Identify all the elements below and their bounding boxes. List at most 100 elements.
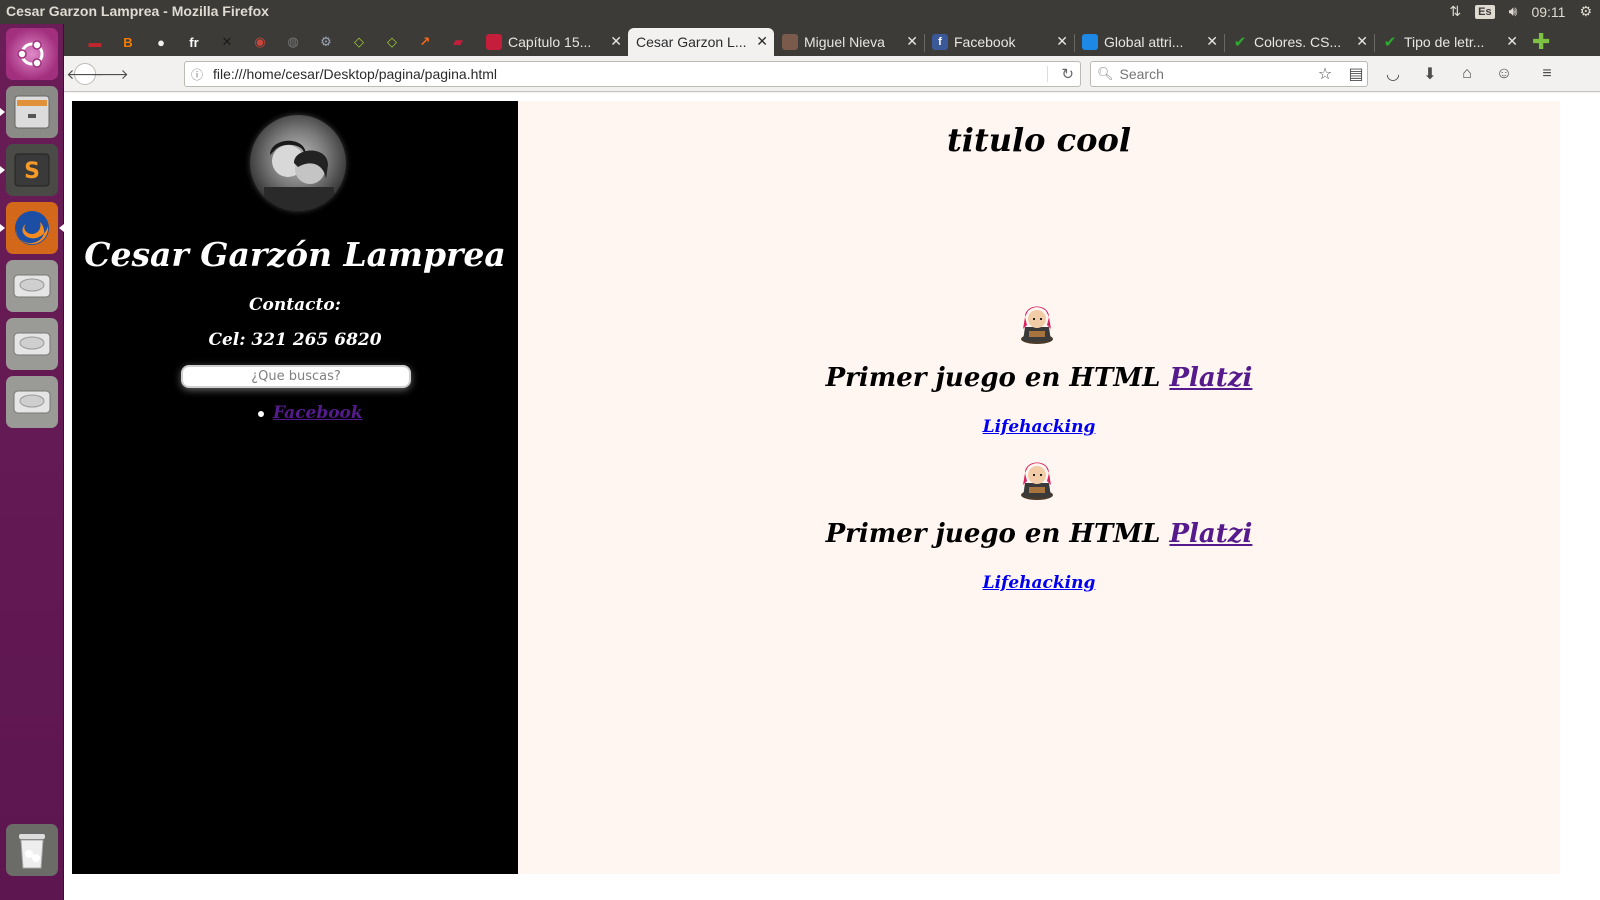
forward-arrow-icon: 🡒 — [91, 65, 129, 82]
chat-icon[interactable]: ☺ — [1493, 64, 1515, 84]
bookmark-star-icon[interactable]: ☆ — [1314, 64, 1336, 84]
page-bottom-margin — [64, 874, 1600, 900]
game-character-sprite — [1021, 462, 1053, 500]
file-cabinet-icon — [14, 95, 50, 129]
url-divider — [1047, 66, 1048, 82]
pinned-tab[interactable]: ⚙ — [311, 28, 341, 56]
tab-facebook[interactable]: f Facebook ✕ — [928, 28, 1074, 56]
ubuntu-dash-button[interactable] — [6, 28, 58, 80]
url-text[interactable]: file:///home/cesar/Desktop/pagina/pagina… — [209, 66, 497, 82]
page-viewport: Cesar Garzón Lamprea Contacto: Cel: 321 … — [64, 93, 1600, 900]
tab-strip: ▬ B ● fr ✕ ◉ ◍ ⚙ ◇ ◇ ↗ ▰ Capítulo 15... ✕ Cesar Gar… — [64, 24, 1600, 56]
sublime-text-launcher[interactable]: S — [0, 144, 58, 196]
game-character-sprite — [1021, 306, 1053, 344]
tab-label: Capítulo 15... — [508, 34, 592, 50]
list-item: Facebook — [258, 403, 363, 423]
info-icon[interactable]: ⓘ — [185, 66, 209, 83]
drive-launcher-2[interactable] — [6, 318, 58, 370]
pinned-tab[interactable]: ▬ — [80, 28, 110, 56]
trash-icon — [19, 834, 45, 869]
tab-capitulo[interactable]: Capítulo 15... ✕ — [482, 28, 628, 56]
reload-icon[interactable]: ↻ — [1061, 65, 1074, 83]
indicator-area: ⇅ Es 🔊︎ 09:11 ⚙ — [1449, 3, 1592, 20]
url-bar[interactable]: ⓘ file:///home/cesar/Desktop/pagina/pagi… — [184, 61, 1081, 87]
bookmarks-list-icon[interactable]: ▤ — [1345, 64, 1367, 84]
tab-separator — [1374, 34, 1375, 52]
tab-miguel-nieva[interactable]: Miguel Nieva ✕ — [778, 28, 924, 56]
avatar — [250, 115, 346, 211]
tab-current-page[interactable]: Cesar Garzon L... ✕ — [628, 28, 774, 56]
tab-global-attributes[interactable]: Global attri... ✕ — [1078, 28, 1224, 56]
pinned-tab[interactable]: ✕ — [212, 28, 242, 56]
files-launcher[interactable] — [0, 86, 58, 138]
new-tab-button[interactable]: ✚ — [1526, 28, 1554, 56]
close-tab-icon[interactable]: ✕ — [1506, 33, 1518, 50]
tab-tipo-de-letra[interactable]: ✔ Tipo de letr... ✕ — [1378, 28, 1524, 56]
avatar-icon — [782, 34, 798, 50]
platzi-link[interactable]: Platzi — [1169, 363, 1252, 393]
checkmark-icon: ✔ — [1233, 34, 1247, 51]
flag-icon: ▬ — [88, 34, 102, 50]
navigation-toolbar: 🡐 🡒 ⓘ file:///home/cesar/Desktop/pagina/… — [64, 56, 1600, 92]
keyboard-layout-indicator[interactable]: Es — [1475, 4, 1495, 19]
blogger-icon: B — [123, 34, 133, 50]
pinned-tab[interactable]: ▰ — [443, 28, 473, 56]
game-heading-text: Primer juego en HTML — [825, 519, 1161, 549]
tab-separator — [924, 34, 925, 52]
diamond-icon: ◇ — [354, 34, 364, 49]
lifehacking-row: Lifehacking — [518, 417, 1560, 437]
globe-icon: ◍ — [287, 34, 299, 49]
download-icon[interactable]: ⬇ — [1419, 64, 1441, 84]
lifehacking-link[interactable]: Lifehacking — [983, 573, 1096, 593]
launcher: S — [0, 24, 64, 900]
network-icon[interactable]: ⇅ — [1449, 3, 1461, 20]
chart-icon: ↗ — [419, 34, 431, 49]
site-search-input[interactable] — [181, 365, 411, 388]
home-icon[interactable]: ⌂ — [1456, 64, 1478, 84]
platzi-link[interactable]: Platzi — [1169, 519, 1252, 549]
pinned-tab[interactable]: B — [113, 28, 143, 56]
close-tab-icon[interactable]: ✕ — [1056, 33, 1068, 50]
drive-launcher-1[interactable] — [6, 260, 58, 312]
firefox-launcher[interactable] — [0, 202, 64, 254]
search-icon: 🔍︎ — [1097, 66, 1114, 81]
book-icon — [486, 34, 502, 50]
hard-drive-icon — [13, 274, 51, 298]
close-tab-icon[interactable]: ✕ — [1206, 33, 1218, 50]
close-tab-icon[interactable]: ✕ — [1356, 33, 1368, 50]
pinned-tab[interactable]: fr — [179, 28, 209, 56]
game-heading: Primer juego en HTML Platzi — [518, 363, 1560, 393]
pinned-tab[interactable]: ◉ — [245, 28, 275, 56]
trash-launcher[interactable] — [6, 824, 58, 876]
mdn-icon — [1082, 34, 1098, 50]
pinned-tab[interactable]: ◇ — [377, 28, 407, 56]
close-tab-icon[interactable]: ✕ — [756, 33, 768, 50]
forward-button[interactable]: 🡒 — [91, 64, 129, 84]
diamond-icon: ◇ — [387, 34, 397, 49]
pinned-tab[interactable]: ↗ — [410, 28, 440, 56]
pinned-tab[interactable]: ◍ — [278, 28, 308, 56]
volume-icon[interactable]: 🔊︎ — [1509, 3, 1518, 20]
tab-label: Tipo de letr... — [1404, 34, 1485, 50]
pinned-tab[interactable]: ● — [146, 28, 176, 56]
checkmark-icon: ✔ — [1383, 34, 1397, 51]
facebook-link[interactable]: Facebook — [273, 403, 363, 423]
profile-photo — [264, 140, 334, 211]
facebook-icon: f — [932, 34, 948, 50]
close-tab-icon[interactable]: ✕ — [906, 33, 918, 50]
pinned-tab[interactable]: ◇ — [344, 28, 374, 56]
lifehacking-row: Lifehacking — [518, 573, 1560, 593]
brain-icon: ◉ — [254, 34, 266, 49]
drive-launcher-3[interactable] — [6, 376, 58, 428]
tab-label: Global attri... — [1104, 34, 1184, 50]
x-icon: ✕ — [221, 34, 233, 49]
running-indicator — [0, 224, 5, 232]
menu-hamburger-icon[interactable]: ≡ — [1536, 64, 1558, 84]
tab-colores-css[interactable]: ✔ Colores. CS... ✕ — [1228, 28, 1374, 56]
settings-gear-icon[interactable]: ⚙ — [1579, 3, 1592, 20]
ubuntu-logo-icon — [17, 40, 44, 68]
lifehacking-link[interactable]: Lifehacking — [983, 417, 1096, 437]
clock[interactable]: 09:11 — [1531, 4, 1565, 20]
pocket-icon[interactable]: ◡ — [1382, 64, 1404, 84]
close-tab-icon[interactable]: ✕ — [610, 33, 622, 50]
